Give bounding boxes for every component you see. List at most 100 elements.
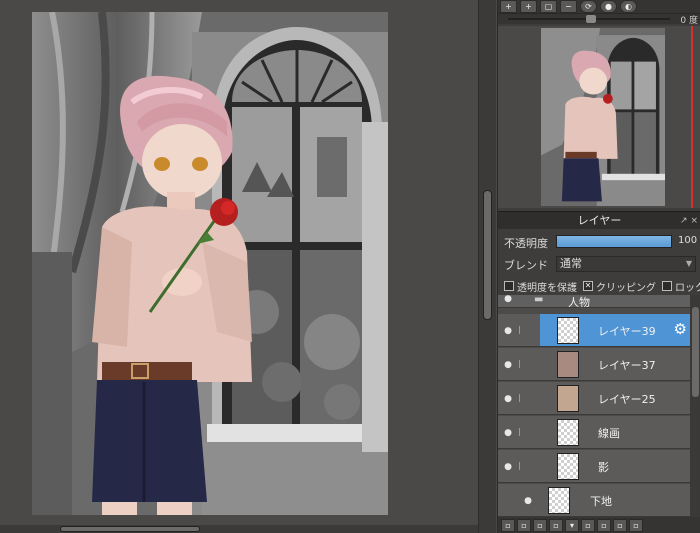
layer-list[interactable]: ● ▬ 人物 ● レイヤー39 ⚙ ● レイヤー37 ● レイヤー25 ● 線画… [498,295,690,517]
scroll-thumb[interactable] [483,190,492,320]
chevron-down-icon: ▼ [685,259,692,268]
app-window: + + ▢ − ⟳ ● ◐ 0 度 レイヤー ↗ × 不透明度 100 ブレンド… [0,0,700,533]
lock-checkbox[interactable]: ロック [662,279,700,294]
zoom-in-2-button[interactable]: + [520,0,537,13]
layer-row[interactable]: ● 影 [498,450,690,483]
clipping-label: クリッピング [596,282,656,294]
clipping-indicator [519,326,522,334]
navigator-toolbar: + + ▢ − ⟳ ● ◐ [498,0,700,14]
blend-label: ブレンド [504,259,548,272]
clipping-indicator [519,360,522,368]
rotation-angle-label: 0 度 [680,16,698,26]
opacity-value: 100 % [678,235,700,246]
panel-header-icons[interactable]: ↗ × [680,212,698,230]
reset-icon: ● [605,2,612,11]
eye-icon[interactable]: ● [501,360,515,370]
right-panel: + + ▢ − ⟳ ● ◐ 0 度 レイヤー ↗ × 不透明度 100 ブレンド… [497,0,700,533]
folder-button[interactable]: ▫ [581,518,595,532]
new-layer-icon: ▫ [505,520,511,530]
rotate-button[interactable]: ⟳ [580,0,597,13]
reset-view-button[interactable]: ● [600,0,617,13]
layer-name: レイヤー25 [598,393,656,406]
clipping-indicator [519,394,522,402]
artwork-illustration [32,12,388,515]
merge-icon: ▫ [617,520,623,530]
protect-alpha-checkbox[interactable]: 透明度を保護 [504,279,577,294]
opacity-row: 不透明度 100 % [498,232,700,252]
zoom-out-button[interactable]: − [560,0,577,13]
layer-name: 影 [598,461,609,474]
opacity-slider[interactable] [556,235,672,248]
folder-icon: ▫ [553,520,559,530]
delete-layer-button[interactable]: ▫ [629,518,643,532]
layer-row[interactable]: ● レイヤー39 ⚙ [498,314,690,347]
eye-icon[interactable]: ● [501,428,515,438]
blend-row: ブレンド 通常 ▼ [498,254,700,274]
duplicate-layer-button[interactable]: ▫ [533,518,547,532]
layer-menu-button[interactable]: ▾ [565,518,579,532]
checkbox-icon [504,281,514,291]
navigator-thumbnail [541,28,665,206]
layer-name: 線画 [598,427,620,440]
copy-layer-button[interactable]: ▫ [597,518,611,532]
layer-list-scrollbar[interactable] [690,295,700,517]
layer-thumbnail [548,487,570,514]
canvas-horizontal-scrollbar[interactable] [0,525,478,533]
canvas-area[interactable] [0,0,478,533]
navigator-thumbnail-image [541,28,665,206]
clipping-indicator [519,428,522,436]
layer-thumbnail [557,317,579,344]
navigator-preview[interactable] [498,26,700,208]
layer-row[interactable]: ● 線画 [498,416,690,449]
new-folder-button[interactable]: ▫ [549,518,563,532]
flip-icon: ◐ [625,2,632,11]
clipping-indicator [519,462,522,470]
flip-button[interactable]: ◐ [620,0,637,13]
eye-icon[interactable]: ● [521,496,535,506]
folder-icon: ▬ [534,295,544,305]
layer-row[interactable]: ● レイヤー25 [498,382,690,415]
eye-icon[interactable]: ● [501,394,515,404]
zoom-out-icon: − [565,2,572,11]
zoom-in-button[interactable]: + [500,0,517,13]
eye-icon[interactable]: ● [501,462,515,472]
layer-panel-title: レイヤー [577,214,622,227]
layer-row[interactable]: ● レイヤー37 [498,348,690,381]
eye-icon[interactable]: ● [501,295,515,304]
layer-name: レイヤー37 [598,359,656,372]
opacity-label: 不透明度 [504,237,548,250]
folder-icon: ▫ [585,520,591,530]
gear-icon[interactable]: ⚙ [674,320,687,338]
layer-thumbnail [557,385,579,412]
layer-toolbar: ▫ ▫ ▫ ▫ ▾ ▫ ▫ ▫ ▫ [498,517,700,533]
blend-mode-value: 通常 [560,257,582,270]
new-raster-button[interactable]: ▫ [517,518,531,532]
protect-alpha-label: 透明度を保護 [517,282,577,294]
zoom-in-icon: + [525,2,532,11]
fit-icon: ▢ [544,2,553,11]
scroll-thumb[interactable] [692,307,699,397]
clipping-checkbox[interactable]: ✕ クリッピング [583,279,656,294]
duplicate-icon: ▫ [537,520,543,530]
trash-icon: ▫ [633,520,639,530]
zoom-in-icon: + [505,2,512,11]
layer-folder-row[interactable]: ● ▬ 人物 [498,295,690,309]
layer-thumbnail [557,453,579,480]
checkbox-checked-icon: ✕ [583,281,593,291]
canvas-vertical-scrollbar[interactable] [478,0,496,533]
fit-button[interactable]: ▢ [540,0,557,13]
new-raster-icon: ▫ [521,520,527,530]
merge-layer-button[interactable]: ▫ [613,518,627,532]
scroll-thumb[interactable] [60,526,200,532]
layer-row[interactable]: ● 下地 [498,484,690,517]
menu-icon: ▾ [569,520,574,530]
opacity-slider-fill [557,236,671,247]
artwork-canvas[interactable] [32,12,388,515]
layer-options-row: 透明度を保護 ✕ クリッピング ロック [498,277,700,295]
rotation-slider-knob[interactable] [586,15,596,23]
blend-mode-select[interactable]: 通常 ▼ [556,256,696,272]
layer-thumbnail [557,351,579,378]
eye-icon[interactable]: ● [501,326,515,336]
copy-icon: ▫ [601,520,607,530]
new-layer-button[interactable]: ▫ [501,518,515,532]
